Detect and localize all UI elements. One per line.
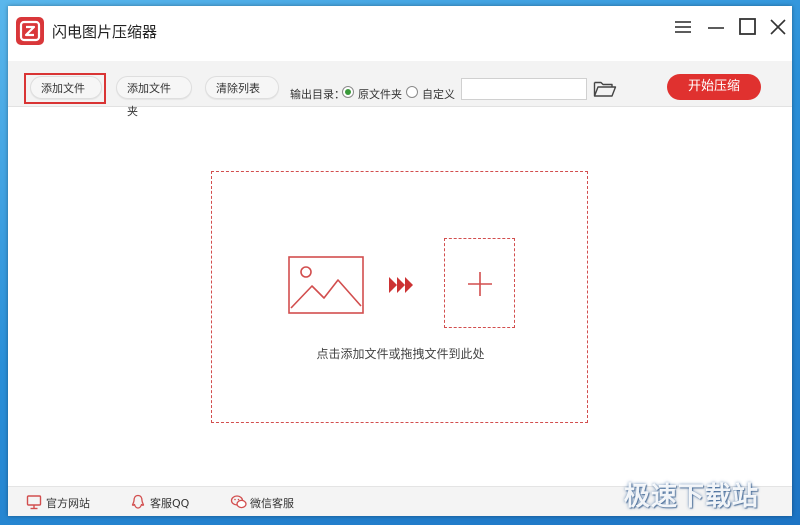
app-window: 闪电图片压缩器 添加文件 添加文件夹 清除列表 输出目录： 原文件夹 自定义 开…: [8, 6, 792, 516]
app-logo-icon: [16, 17, 44, 45]
menu-icon[interactable]: [670, 14, 696, 40]
qq-support-link[interactable]: 客服QQ: [130, 493, 210, 511]
plus-icon: [468, 272, 492, 296]
maximize-icon[interactable]: [735, 14, 761, 40]
output-dir-label: 输出目录：: [290, 88, 345, 101]
wechat-support-link[interactable]: 微信客服: [230, 493, 310, 511]
monitor-icon: [26, 495, 42, 510]
radio-original-folder-label[interactable]: 原文件夹: [358, 86, 402, 102]
title-bar[interactable]: 闪电图片压缩器: [8, 6, 792, 56]
add-file-button[interactable]: 添加文件: [30, 76, 102, 99]
official-site-link[interactable]: 官方网站: [26, 493, 106, 511]
close-icon[interactable]: [765, 14, 791, 40]
qq-icon: [131, 494, 145, 509]
folder-open-icon[interactable]: [593, 80, 617, 98]
drop-zone-hint: 点击添加文件或拖拽文件到此处: [316, 347, 485, 361]
clear-list-button[interactable]: 清除列表: [205, 76, 279, 99]
add-placeholder-box[interactable]: [444, 238, 515, 328]
radio-original-folder[interactable]: [342, 86, 354, 98]
wechat-support-label: 微信客服: [250, 497, 294, 510]
output-path-input[interactable]: [461, 78, 587, 100]
start-compress-button[interactable]: 开始压缩: [667, 74, 761, 100]
radio-custom-folder-label[interactable]: 自定义: [422, 86, 455, 102]
app-title: 闪电图片压缩器: [52, 23, 158, 41]
qq-support-label: 客服QQ: [150, 497, 190, 510]
file-drop-zone[interactable]: 点击添加文件或拖拽文件到此处: [211, 171, 588, 423]
add-folder-button[interactable]: 添加文件夹: [116, 76, 192, 118]
watermark-text: 极速下载站: [624, 482, 760, 512]
triple-arrow-icon: [389, 277, 413, 293]
minimize-icon[interactable]: [703, 14, 729, 40]
wechat-icon: [230, 495, 247, 509]
radio-custom-folder[interactable]: [406, 86, 418, 98]
image-icon: [288, 256, 364, 314]
toolbar: 添加文件 添加文件夹 清除列表 输出目录： 原文件夹 自定义 开始压缩: [8, 61, 792, 118]
official-site-label: 官方网站: [46, 497, 90, 510]
